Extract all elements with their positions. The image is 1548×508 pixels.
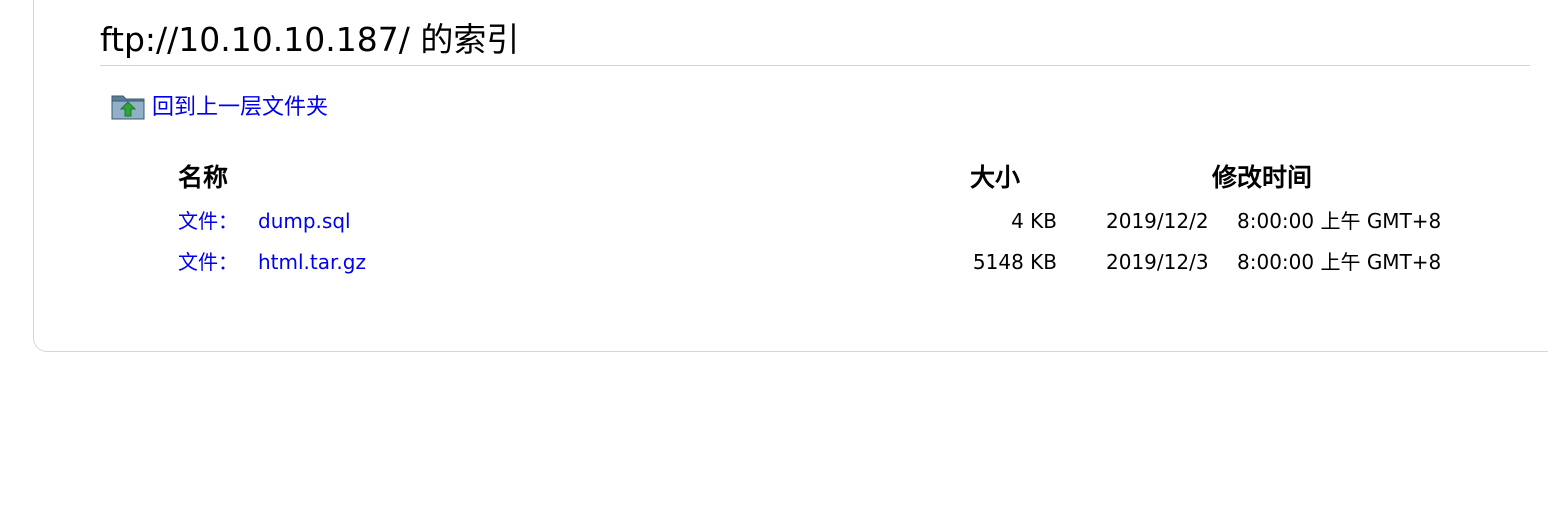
file-size: 5148 KB bbox=[972, 250, 1057, 274]
column-header-modified[interactable]: 修改时间 bbox=[1212, 160, 1312, 196]
page-title: ftp://10.10.10.187/ 的索引 bbox=[100, 20, 520, 59]
file-link-dump-sql[interactable]: 文件： dump.sql bbox=[178, 203, 351, 239]
file-date: 2019/12/2 bbox=[1106, 209, 1209, 233]
file-prefix-label: 文件： bbox=[178, 250, 238, 274]
parent-directory-link[interactable]: 回到上一层文件夹 bbox=[111, 90, 328, 126]
file-date: 2019/12/3 bbox=[1106, 250, 1209, 274]
parent-directory-label: 回到上一层文件夹 bbox=[152, 95, 329, 120]
table-row: 文件： html.tar.gz 5148 KB 2019/12/3 8:00:0… bbox=[0, 244, 1548, 280]
file-name: html.tar.gz bbox=[258, 250, 366, 274]
folder-up-icon bbox=[111, 95, 145, 120]
file-prefix-label: 文件： bbox=[178, 209, 238, 233]
table-row: 文件： dump.sql 4 KB 2019/12/2 8:00:00 上午 G… bbox=[0, 203, 1548, 239]
title-divider bbox=[100, 65, 1530, 66]
file-name: dump.sql bbox=[258, 209, 351, 233]
file-time: 8:00:00 上午 GMT+8 bbox=[1237, 209, 1442, 233]
file-time: 8:00:00 上午 GMT+8 bbox=[1237, 250, 1442, 274]
column-header-name[interactable]: 名称 bbox=[178, 160, 228, 196]
file-link-html-tar-gz[interactable]: 文件： html.tar.gz bbox=[178, 244, 366, 280]
column-header-size[interactable]: 大小 bbox=[970, 160, 1020, 196]
file-size: 4 KB bbox=[1011, 209, 1057, 233]
